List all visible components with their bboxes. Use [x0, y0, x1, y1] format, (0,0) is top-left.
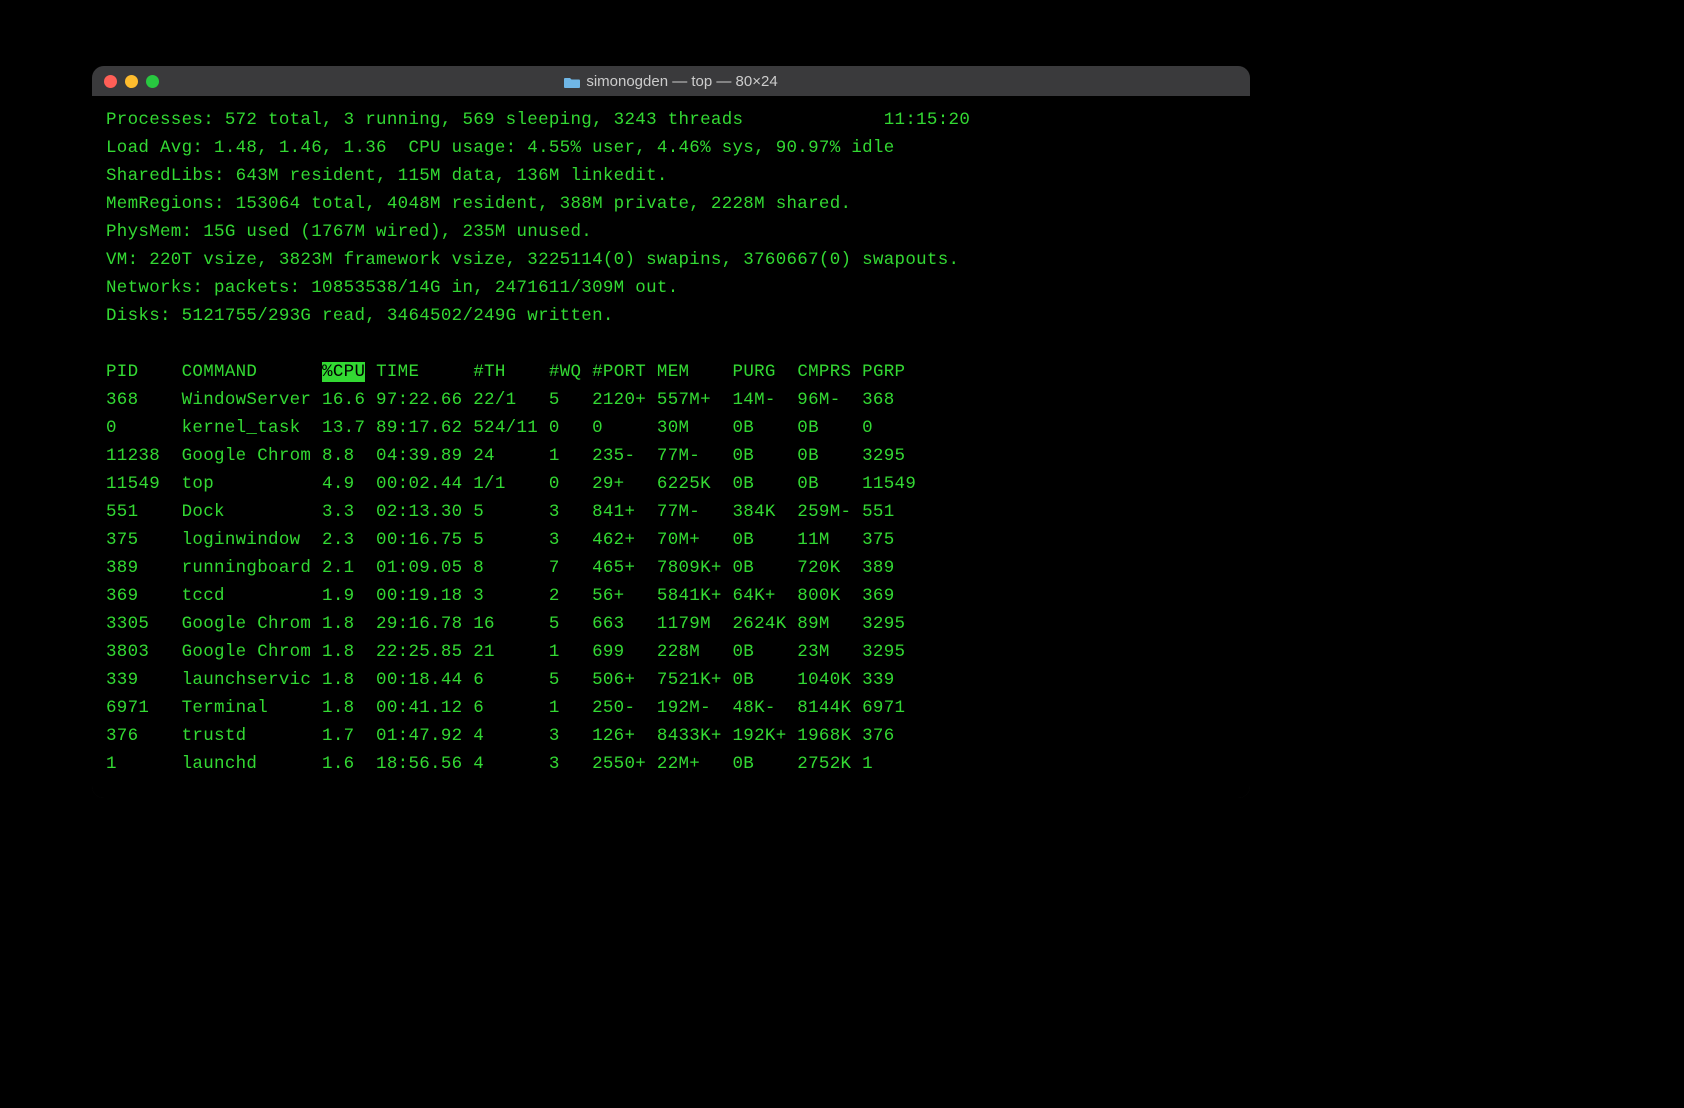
window-title: simonogden — top — 80×24 — [92, 73, 1250, 90]
traffic-lights — [92, 75, 159, 88]
terminal-window: simonogden — top — 80×24 Processes: 572 … — [92, 66, 1250, 798]
window-titlebar[interactable]: simonogden — top — 80×24 — [92, 66, 1250, 96]
folder-icon — [564, 75, 580, 87]
zoom-icon[interactable] — [146, 75, 159, 88]
window-title-text: simonogden — top — 80×24 — [586, 73, 777, 90]
minimize-icon[interactable] — [125, 75, 138, 88]
close-icon[interactable] — [104, 75, 117, 88]
terminal-output[interactable]: Processes: 572 total, 3 running, 569 sle… — [92, 96, 1250, 798]
